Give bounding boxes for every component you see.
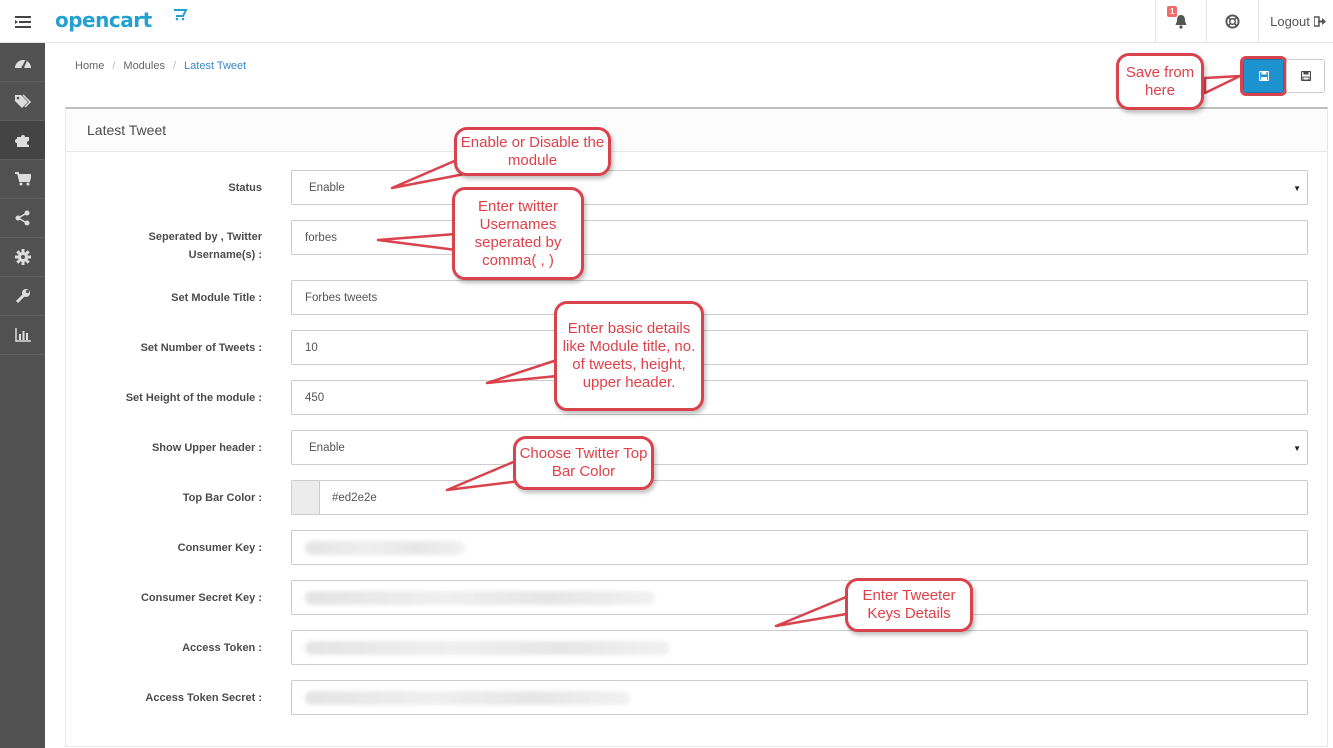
consumer-key-row: Consumer Key : bbox=[66, 530, 1329, 566]
sidebar-item-marketing[interactable] bbox=[0, 199, 45, 238]
tags-icon bbox=[14, 94, 31, 108]
save-outline-icon bbox=[1300, 71, 1311, 81]
secondary-save-button[interactable] bbox=[1286, 59, 1325, 93]
basic-callout: Enter basic details like Module title, n… bbox=[554, 301, 704, 411]
top-bar-color-input[interactable]: #ed2e2e bbox=[291, 480, 1308, 515]
puzzle-piece-icon bbox=[14, 135, 29, 147]
status-row: Status Enable ▼ bbox=[66, 170, 1329, 206]
shopping-cart-icon bbox=[14, 172, 31, 186]
chevron-down-icon: ▼ bbox=[1293, 444, 1301, 453]
sidebar bbox=[0, 43, 45, 748]
sign-out-icon bbox=[1313, 16, 1326, 27]
access-token-input[interactable] bbox=[291, 630, 1308, 665]
save-icon bbox=[1258, 71, 1269, 81]
top-header: opencart 1 Logout bbox=[0, 0, 1333, 43]
redacted-value bbox=[305, 590, 655, 605]
consumer-secret-row: Consumer Secret Key : bbox=[66, 580, 1329, 616]
access-token-secret-row: Access Token Secret : bbox=[66, 680, 1329, 716]
notifications-button[interactable]: 1 bbox=[1155, 0, 1206, 43]
breadcrumb-current[interactable]: Latest Tweet bbox=[184, 60, 246, 72]
wrench-icon bbox=[15, 289, 30, 304]
logout-label: Logout bbox=[1270, 14, 1310, 29]
redacted-value bbox=[305, 690, 630, 705]
save-button[interactable] bbox=[1240, 56, 1287, 96]
access-token-secret-input[interactable] bbox=[291, 680, 1308, 715]
life-ring-icon bbox=[1225, 14, 1240, 29]
upper-header-value: Enable bbox=[309, 441, 345, 454]
status-select[interactable]: Enable ▼ bbox=[291, 170, 1308, 205]
enable-callout: Enable or Disable the module bbox=[454, 127, 611, 176]
breadcrumb-modules[interactable]: Modules bbox=[123, 60, 165, 72]
cart-logo-icon bbox=[174, 9, 187, 21]
num-tweets-label: Set Number of Tweets : bbox=[140, 342, 262, 354]
sidebar-item-sales[interactable] bbox=[0, 160, 45, 199]
upper-header-label: Show Upper header : bbox=[151, 442, 262, 454]
access-token-label: Access Token : bbox=[182, 642, 262, 654]
consumer-secret-label: Consumer Secret Key : bbox=[140, 592, 262, 604]
gear-icon bbox=[14, 249, 31, 265]
breadcrumb-home[interactable]: Home bbox=[75, 60, 104, 72]
sidebar-item-catalog[interactable] bbox=[0, 82, 45, 121]
menu-toggle-icon[interactable] bbox=[0, 0, 45, 43]
opencart-logo[interactable]: opencart bbox=[55, 8, 187, 32]
upper-header-row: Show Upper header : Enable ▼ bbox=[66, 430, 1329, 466]
dashboard-icon bbox=[14, 60, 31, 69]
module-title-input[interactable]: Forbes tweets bbox=[291, 280, 1308, 315]
usernames-input[interactable]: forbes bbox=[291, 220, 1308, 255]
sidebar-item-reports[interactable] bbox=[0, 316, 45, 355]
bar-chart-icon bbox=[14, 328, 31, 342]
color-callout: Choose Twitter Top Bar Color bbox=[513, 436, 654, 490]
sidebar-item-system[interactable] bbox=[0, 238, 45, 277]
consumer-key-label: Consumer Key : bbox=[177, 542, 262, 554]
top-bar-color-row: Top Bar Color : #ed2e2e bbox=[66, 480, 1329, 516]
module-panel: Latest Tweet Status Enable ▼ Seperated b… bbox=[65, 107, 1328, 747]
logo-text: opencart bbox=[55, 8, 152, 32]
usernames-row: Seperated by , Twitter Username(s) : for… bbox=[66, 220, 1329, 261]
keys-callout: Enter Tweeter Keys Details bbox=[845, 578, 973, 632]
usernames-callout: Enter twitter Usernames seperated by com… bbox=[452, 187, 584, 280]
num-tweets-input[interactable]: 10 bbox=[291, 330, 1308, 365]
color-swatch[interactable] bbox=[292, 481, 320, 514]
panel-title: Latest Tweet bbox=[66, 109, 1327, 152]
redacted-value bbox=[305, 640, 670, 655]
redacted-value bbox=[305, 540, 465, 555]
access-token-secret-label: Access Token Secret : bbox=[145, 692, 262, 704]
upper-header-select[interactable]: Enable ▼ bbox=[291, 430, 1308, 465]
usernames-label: Seperated by , Twitter Username(s) : bbox=[66, 230, 263, 262]
height-input[interactable]: 450 bbox=[291, 380, 1308, 415]
breadcrumb: Home / Modules / Latest Tweet bbox=[75, 60, 246, 72]
top-bar-color-value: #ed2e2e bbox=[332, 491, 377, 504]
consumer-secret-input[interactable] bbox=[291, 580, 1308, 615]
usernames-label-line1: Seperated by , Twitter bbox=[148, 231, 263, 243]
breadcrumb-separator: / bbox=[172, 60, 177, 72]
sidebar-item-extensions[interactable] bbox=[0, 121, 45, 160]
notification-badge: 1 bbox=[1167, 6, 1178, 17]
help-button[interactable] bbox=[1206, 0, 1258, 43]
usernames-label-line2: Username(s) : bbox=[188, 249, 262, 261]
height-label: Set Height of the module : bbox=[125, 392, 262, 404]
breadcrumb-separator: / bbox=[112, 60, 116, 72]
chevron-down-icon: ▼ bbox=[1293, 184, 1301, 193]
share-icon bbox=[15, 210, 29, 226]
status-label: Status bbox=[228, 182, 262, 194]
sidebar-item-dashboard[interactable] bbox=[0, 43, 45, 82]
sidebar-item-tools[interactable] bbox=[0, 277, 45, 316]
logout-button[interactable]: Logout bbox=[1258, 0, 1333, 43]
status-value: Enable bbox=[309, 181, 345, 194]
module-title-label: Set Module Title : bbox=[171, 292, 262, 304]
consumer-key-input[interactable] bbox=[291, 530, 1308, 565]
top-bar-color-label: Top Bar Color : bbox=[182, 492, 262, 504]
access-token-row: Access Token : bbox=[66, 630, 1329, 666]
save-callout: Save from here bbox=[1116, 53, 1204, 110]
